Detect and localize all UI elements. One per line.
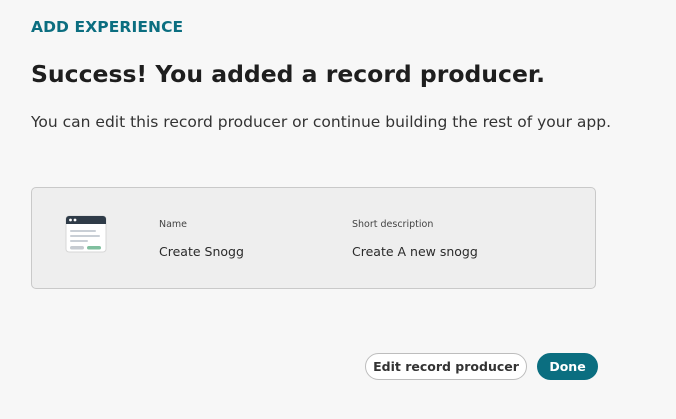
page-description: You can edit this record producer or con… <box>31 113 612 131</box>
page-title: Success! You added a record producer. <box>31 60 546 88</box>
short-description-label: Short description <box>352 219 434 230</box>
name-value: Create Snogg <box>159 244 244 259</box>
short-description-value: Create A new snogg <box>352 244 478 259</box>
edit-record-producer-button[interactable]: Edit record producer <box>365 353 527 380</box>
record-producer-card: Name Create Snogg Short description Crea… <box>31 187 596 289</box>
section-label: ADD EXPERIENCE <box>31 18 184 36</box>
form-window-icon <box>65 215 107 253</box>
name-label: Name <box>159 219 188 230</box>
done-button[interactable]: Done <box>537 353 598 380</box>
